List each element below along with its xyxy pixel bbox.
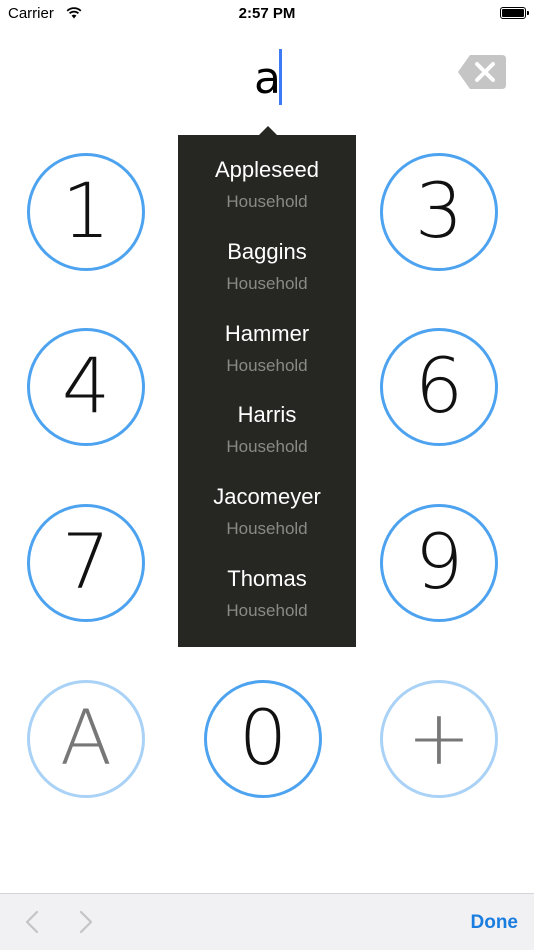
key-label: 0 bbox=[238, 692, 288, 782]
suggestion-item[interactable]: Appleseed Household bbox=[178, 157, 356, 213]
backspace-icon bbox=[458, 55, 506, 89]
key-label: 3 bbox=[414, 165, 464, 255]
suggestion-name: Harris bbox=[237, 402, 297, 427]
key-7[interactable]: 7 bbox=[27, 504, 145, 622]
key-3[interactable]: 3 bbox=[380, 153, 498, 271]
backspace-button[interactable] bbox=[458, 55, 506, 89]
suggestion-name: Hammer bbox=[224, 321, 310, 346]
done-button[interactable]: Done bbox=[471, 912, 519, 934]
key-0[interactable]: 0 bbox=[204, 680, 322, 798]
suggestions-popover: Appleseed Household Baggins Household Ha… bbox=[178, 135, 356, 647]
suggestion-name: Baggins bbox=[227, 239, 307, 264]
suggestion-subtitle: Household bbox=[226, 356, 308, 375]
suggestion-item[interactable]: Harris Household bbox=[178, 402, 356, 458]
suggestion-subtitle: Household bbox=[226, 519, 308, 538]
key-4[interactable]: 4 bbox=[27, 328, 145, 446]
key-9[interactable]: 9 bbox=[380, 504, 498, 622]
suggestion-subtitle: Household bbox=[226, 601, 308, 620]
entry-text: a bbox=[254, 53, 281, 104]
key-label: 7 bbox=[61, 516, 111, 606]
suggestion-item[interactable]: Baggins Household bbox=[178, 239, 356, 295]
status-bar: Carrier 2:57 PM bbox=[0, 0, 534, 30]
keyboard-toolbar: Done bbox=[0, 893, 534, 950]
entry-display[interactable]: a bbox=[0, 45, 534, 115]
chevron-left-icon[interactable] bbox=[24, 910, 40, 939]
text-caret bbox=[279, 49, 282, 105]
suggestion-name: Thomas bbox=[227, 566, 307, 591]
key-label: + bbox=[407, 692, 471, 782]
battery-icon bbox=[500, 7, 529, 19]
suggestion-subtitle: Household bbox=[226, 192, 308, 211]
suggestion-name: Appleseed bbox=[215, 157, 319, 182]
suggestion-item[interactable]: Jacomeyer Household bbox=[178, 484, 356, 540]
suggestion-name: Jacomeyer bbox=[213, 484, 321, 509]
key-1[interactable]: 1 bbox=[27, 153, 145, 271]
key-label: A bbox=[60, 692, 112, 782]
key-letters[interactable]: A bbox=[27, 680, 145, 798]
chevron-right-icon[interactable] bbox=[78, 910, 94, 939]
suggestion-subtitle: Household bbox=[226, 437, 308, 456]
suggestion-item[interactable]: Hammer Household bbox=[178, 321, 356, 377]
key-label: 1 bbox=[61, 165, 111, 255]
suggestion-item[interactable]: Thomas Household bbox=[178, 566, 356, 622]
key-add[interactable]: + bbox=[380, 680, 498, 798]
key-label: 9 bbox=[414, 516, 464, 606]
suggestion-subtitle: Household bbox=[226, 274, 308, 293]
status-time: 2:57 PM bbox=[238, 5, 296, 22]
key-label: 4 bbox=[61, 340, 111, 430]
key-label: 6 bbox=[414, 340, 464, 430]
key-6[interactable]: 6 bbox=[380, 328, 498, 446]
